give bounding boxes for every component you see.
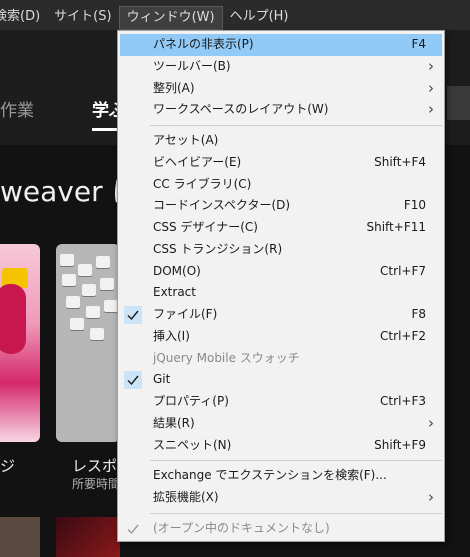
menu-item-2-1[interactable]: 拡張機能(X) › bbox=[120, 487, 442, 509]
menu-item-0-1[interactable]: ツールバー(B) › bbox=[120, 56, 442, 78]
menu-help[interactable]: ヘルプ(H) bbox=[223, 0, 296, 30]
menu-item-0-3[interactable]: ワークスペースのレイアウト(W) › bbox=[120, 99, 442, 121]
menu-item-1-6[interactable]: DOM(O) Ctrl+F7 bbox=[120, 261, 442, 283]
menu-item-1-3[interactable]: コードインスペクター(D) F10 bbox=[120, 195, 442, 217]
menu-item-label: プロパティ(P) bbox=[153, 394, 229, 408]
menu-item-1-1[interactable]: ビヘイビアー(E) Shift+F4 bbox=[120, 152, 442, 174]
checkmark-icon bbox=[124, 520, 142, 538]
menu-item-label: 結果(R) bbox=[153, 415, 195, 430]
menu-item-label: アセット(A) bbox=[153, 133, 219, 147]
menu-item-label: Exchange でエクステンションを検索(F)... bbox=[153, 468, 387, 483]
menu-item-shortcut: F8 bbox=[411, 307, 426, 321]
checkmark-icon bbox=[124, 306, 142, 324]
menu-item-label: DOM(O) bbox=[153, 263, 201, 278]
menu-item-label: Extract bbox=[153, 285, 196, 300]
chevron-right-icon: › bbox=[428, 56, 434, 75]
menu-item-1-10: jQuery Mobile スウォッチ bbox=[120, 348, 442, 370]
menu-item-shortcut: F4 bbox=[411, 37, 426, 51]
menu-bar: 検索(D) サイト(S) ウィンドウ(W) ヘルプ(H) bbox=[0, 0, 470, 30]
menu-item-3-0: (オープン中のドキュメントなし) bbox=[120, 518, 442, 540]
chevron-right-icon: › bbox=[428, 413, 434, 432]
menu-item-label: CSS デザイナー(C) bbox=[153, 220, 258, 234]
menu-item-shortcut: Ctrl+F2 bbox=[380, 328, 426, 343]
chevron-right-icon: › bbox=[428, 488, 434, 506]
window-menu-dropdown: パネルの非表示(P) F4 ツールバー(B) › 整列(A) › ワークスペースのレイアウト… bbox=[117, 30, 445, 542]
menu-item-label: ファイル(F) bbox=[153, 307, 218, 321]
menu-item-1-11[interactable]: Git bbox=[120, 369, 442, 391]
checkmark-icon bbox=[124, 371, 142, 390]
menu-item-2-0[interactable]: Exchange でエクステンションを検索(F)... bbox=[120, 465, 442, 487]
menu-item-1-14[interactable]: スニペット(N) Shift+F9 bbox=[120, 435, 442, 457]
menu-item-label: Git bbox=[153, 372, 171, 387]
menu-item-0-2[interactable]: 整列(A) › bbox=[120, 78, 442, 100]
menu-window[interactable]: ウィンドウ(W) bbox=[118, 6, 223, 30]
card-sublabel: 所要時間 bbox=[72, 477, 121, 491]
menu-site[interactable]: サイト(S) bbox=[47, 0, 118, 30]
menu-item-1-7[interactable]: Extract bbox=[120, 282, 442, 304]
menu-item-shortcut: Ctrl+F7 bbox=[380, 263, 426, 278]
chevron-right-icon: › bbox=[428, 100, 434, 119]
menu-item-label: jQuery Mobile スウォッチ bbox=[153, 350, 300, 365]
menu-item-label: 挿入(I) bbox=[153, 328, 190, 343]
menu-item-label: (オープン中のドキュメントなし) bbox=[153, 520, 330, 535]
tutorial-card-keyboard[interactable] bbox=[56, 244, 120, 442]
menu-item-label: 拡張機能(X) bbox=[153, 490, 219, 504]
tutorial-card-image[interactable] bbox=[0, 244, 40, 442]
menu-item-label: 整列(A) bbox=[153, 80, 195, 95]
menu-item-shortcut: Shift+F4 bbox=[374, 154, 426, 169]
menu-search[interactable]: 検索(D) bbox=[0, 0, 47, 30]
card-label-left: ジ bbox=[0, 457, 16, 475]
menu-item-label: ツールバー(B) bbox=[153, 58, 231, 73]
menu-separator bbox=[150, 512, 442, 514]
menu-item-label: CC ライブラリ(C) bbox=[153, 176, 252, 191]
tutorial-card-bottom-left[interactable] bbox=[0, 517, 40, 557]
menu-item-shortcut: Ctrl+F3 bbox=[380, 394, 426, 408]
scroll-button[interactable] bbox=[447, 86, 470, 120]
menu-item-1-2[interactable]: CC ライブラリ(C) bbox=[120, 174, 442, 196]
menu-separator bbox=[150, 460, 442, 462]
menu-item-shortcut: Shift+F9 bbox=[374, 437, 426, 452]
chevron-right-icon: › bbox=[428, 78, 434, 97]
menu-item-shortcut: Shift+F11 bbox=[366, 220, 426, 234]
menu-item-1-4[interactable]: CSS デザイナー(C) Shift+F11 bbox=[120, 217, 442, 239]
menu-item-label: コードインスペクター(D) bbox=[153, 198, 291, 213]
menu-item-label: ワークスペースのレイアウト(W) bbox=[153, 102, 329, 117]
tab-work[interactable]: 作業 bbox=[0, 96, 34, 121]
menu-item-label: スニペット(N) bbox=[153, 437, 232, 452]
menu-item-1-12[interactable]: プロパティ(P) Ctrl+F3 bbox=[120, 391, 442, 413]
menu-item-0-0[interactable]: パネルの非表示(P) F4 bbox=[120, 34, 442, 56]
menu-item-1-8[interactable]: ファイル(F) F8 bbox=[120, 304, 442, 326]
menu-item-1-0[interactable]: アセット(A) bbox=[120, 130, 442, 152]
tutorial-card-bottom[interactable] bbox=[56, 517, 120, 557]
menu-item-1-9[interactable]: 挿入(I) Ctrl+F2 bbox=[120, 326, 442, 348]
menu-item-shortcut: F10 bbox=[403, 198, 426, 213]
menu-item-1-5[interactable]: CSS トランジション(R) bbox=[120, 239, 442, 261]
menu-item-label: パネルの非表示(P) bbox=[153, 37, 254, 51]
menu-item-1-13[interactable]: 結果(R) › bbox=[120, 413, 442, 435]
menu-item-label: CSS トランジション(R) bbox=[153, 241, 283, 256]
menu-separator bbox=[150, 125, 442, 126]
menu-item-label: ビヘイビアー(E) bbox=[153, 154, 242, 169]
